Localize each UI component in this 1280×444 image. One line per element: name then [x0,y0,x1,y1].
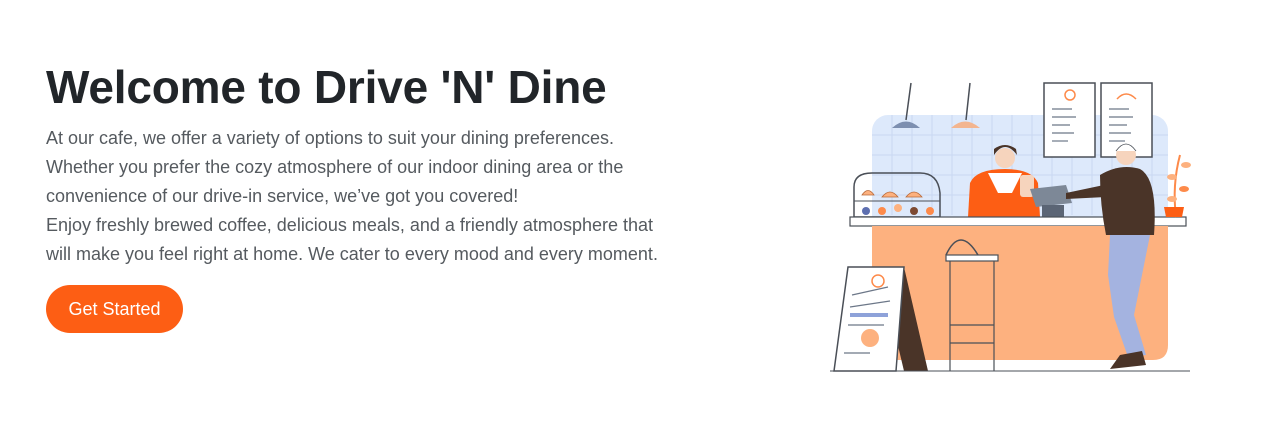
hero-description: At our cafe, we offer a variety of optio… [46,124,686,269]
get-started-button[interactable]: Get Started [46,285,183,333]
cafe-illustration-svg [830,82,1191,372]
potted-plant-icon [1164,154,1191,218]
hero-section: Welcome to Drive 'N' Dine At our cafe, w… [0,0,1280,444]
hero-title: Welcome to Drive 'N' Dine [46,61,607,113]
menu-board-icon [1043,82,1096,158]
hero-text-block: Welcome to Drive 'N' Dine At our cafe, w… [46,60,686,269]
hero-description-line: Enjoy freshly brewed coffee, delicious m… [46,215,653,235]
hero-description-line: Whether you prefer the cozy atmosphere o… [46,157,624,177]
cafe-counter-illustration [820,75,1200,380]
hero-description-line: convenience of our drive-in service, we’… [46,186,519,206]
hero-description-line: will make you feel right at home. We cat… [46,244,658,264]
hero-description-line: At our cafe, we offer a variety of optio… [46,128,614,148]
